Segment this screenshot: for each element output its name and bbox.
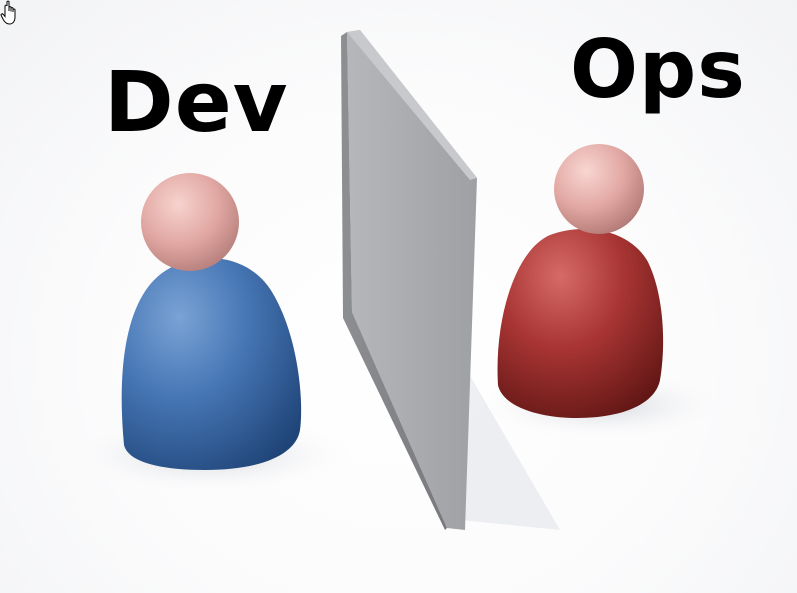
dev-figure <box>121 173 302 470</box>
dev-figure-body <box>121 258 302 470</box>
wall <box>341 30 477 530</box>
ops-figure <box>497 144 664 418</box>
dev-label: Dev <box>104 53 289 151</box>
ops-label: Ops <box>570 23 746 116</box>
ops-figure-head <box>554 144 644 234</box>
dev-ops-wall-illustration: Dev Ops <box>0 0 797 593</box>
ops-figure-body <box>497 229 664 418</box>
dev-figure-head <box>141 173 239 271</box>
hand-pointer-icon <box>0 0 16 25</box>
